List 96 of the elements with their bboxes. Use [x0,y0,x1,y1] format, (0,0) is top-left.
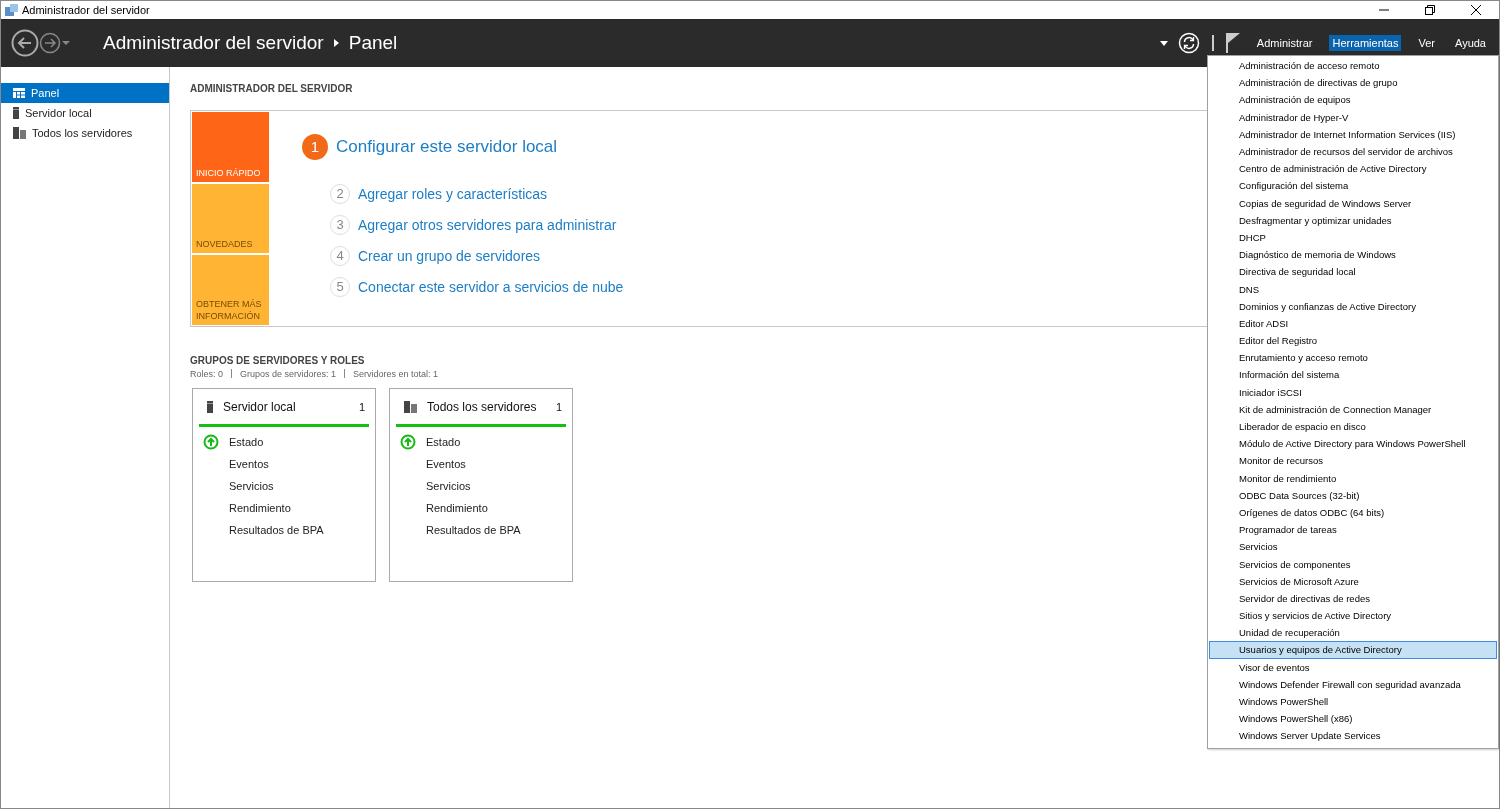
card-title[interactable]: Servidor local [223,399,349,414]
step-number: 3 [330,214,350,235]
step-number: 1 [302,133,328,160]
card-link[interactable]: Servicios [426,480,471,492]
server-icon [207,400,213,413]
back-button[interactable] [11,29,39,57]
menu-item[interactable]: DHCP [1209,228,1497,247]
menu-item[interactable]: Configuración del sistema [1209,177,1497,195]
card-title[interactable]: Todos los servidores [427,399,546,414]
menu-item[interactable]: Herramientas [1329,35,1402,51]
menu-item[interactable]: Windows PowerShell (x86) [1209,710,1497,728]
window-title: Administrador del servidor [22,4,151,16]
menu-item[interactable]: DNS [1209,280,1497,298]
menu-item[interactable]: Información del sistema [1209,366,1497,384]
menu-item[interactable]: Administrar [1253,35,1316,51]
menu-item[interactable]: Módulo de Active Directory para Windows PowerShell [1209,435,1497,453]
step-number: 2 [330,183,350,204]
card-link[interactable]: Estado [426,436,461,448]
menu-item[interactable]: Servicios de componentes [1209,555,1497,573]
quick-start-tile[interactable]: OBTENER MÁS INFORMACIÓN [192,255,269,325]
menu-item[interactable]: Administrador de recursos del servidor de archivos [1209,142,1497,161]
card-link[interactable]: Resultados de BPA [229,524,324,536]
servers-icon [404,400,417,413]
breadcrumb-item: Panel [348,32,398,54]
menu-item[interactable]: Editor del Registro [1209,332,1497,350]
menu-item[interactable]: Windows Defender Firewall con seguridad avanzada [1209,675,1497,693]
menu-item[interactable]: Visor de eventos [1209,658,1497,676]
menu-item[interactable]: Monitor de rendimiento [1209,469,1497,487]
servers-icon [13,127,26,139]
summary-text: Grupos de servidores: 1 [240,369,337,379]
menu-item[interactable]: Ayuda [1452,35,1489,51]
dashboard-icon [13,88,25,98]
menu-item[interactable]: Administrador de Internet Information Services (IIS) [1209,125,1497,143]
summary-text: Servidores en total: 1 [353,369,439,379]
menu-item[interactable]: Administración de equipos [1209,91,1497,109]
menu-item[interactable]: Sitios y servicios de Active Directory [1209,607,1497,625]
step-link[interactable]: Agregar roles y características [358,185,548,202]
restore-icon[interactable] [1425,5,1435,15]
menu-item[interactable]: Directiva de seguridad local [1209,263,1497,281]
menu-item[interactable]: Kit de administración de Connection Manager [1209,400,1497,418]
flag-icon[interactable] [1225,33,1240,53]
summary-text: Roles: 0 [190,369,224,379]
breadcrumb-item: Administrador del servidor [103,32,324,54]
close-icon[interactable] [1471,5,1481,15]
card-count: 1 [358,400,365,413]
card-link[interactable]: Eventos [229,458,269,470]
card-link[interactable]: Estado [229,436,264,448]
card-link[interactable]: Servicios [229,480,274,492]
section-heading: GRUPOS DE SERVIDORES Y ROLES [190,355,365,366]
menu-item[interactable]: Orígenes de datos ODBC (64 bits) [1209,503,1497,522]
menu-item[interactable]: Windows PowerShell [1209,692,1497,711]
card-count: 1 [555,400,562,413]
section-heading: ADMINISTRADOR DEL SERVIDOR [190,83,353,94]
card-link[interactable]: Resultados de BPA [426,524,521,536]
quick-start-tile[interactable]: NOVEDADES [192,183,269,254]
menu-item[interactable]: Servicios [1209,538,1497,556]
menu-item[interactable]: Servidor de directivas de redes [1209,589,1497,607]
menu-item[interactable]: Servicios de Microsoft Azure [1209,572,1497,590]
chevron-icon [333,39,339,47]
menu-item[interactable]: Liberador de espacio en disco [1209,417,1497,436]
step-link[interactable]: Crear un grupo de servidores [358,247,541,264]
sidebar-item[interactable]: Servidor local [1,103,169,123]
app-icon [5,4,18,16]
menu-item[interactable]: Dominios y confianzas de Active Directory [1209,297,1497,315]
step-number: 5 [330,276,350,297]
menu-item[interactable]: Iniciador iSCSI [1209,383,1497,401]
menu-item[interactable]: Administración de directivas de grupo [1209,74,1497,92]
menu-item[interactable]: Copias de seguridad de Windows Server [1209,194,1497,212]
sidebar-item[interactable]: Panel [1,83,169,103]
menu-item[interactable]: Monitor de recursos [1209,452,1497,470]
menu-item[interactable]: Ver [1415,35,1438,51]
card-link[interactable]: Eventos [426,458,466,470]
step-link[interactable]: Agregar otros servidores para administrar [358,216,617,233]
sidebar-item[interactable]: Todos los servidores [1,123,169,143]
server-icon [13,107,19,119]
refresh-icon[interactable] [1177,32,1200,54]
menu-item[interactable]: Programador de tareas [1209,521,1497,539]
step-link[interactable]: Configurar este servidor local [336,136,558,157]
forward-button[interactable] [39,32,61,54]
menu-item[interactable]: Usuarios y equipos de Active Directory [1209,641,1497,659]
step-number: 4 [330,245,350,266]
menu-item[interactable]: Unidad de recuperación [1209,624,1497,642]
card-link[interactable]: Rendimiento [426,502,488,514]
menu-item[interactable]: Windows Server Update Services [1209,727,1497,745]
menu-item[interactable]: Centro de administración de Active Directory [1209,160,1497,178]
card-link[interactable]: Rendimiento [229,502,291,514]
dropdown-icon[interactable] [1159,40,1168,46]
menu-item[interactable]: Diagnóstico de memoria de Windows [1209,246,1497,264]
history-dropdown[interactable] [61,40,71,46]
menu-item[interactable]: Administrador de Hyper-V [1209,108,1497,126]
menu-item[interactable]: Enrutamiento y acceso remoto [1209,349,1497,367]
menu-item[interactable]: Editor ADSI [1209,314,1497,332]
menu-item[interactable]: Desfragmentar y optimizar unidades [1209,211,1497,229]
step-link[interactable]: Conectar este servidor a servicios de nube [358,278,624,295]
menu-item[interactable]: Administración de acceso remoto [1209,57,1497,75]
menu-item[interactable]: ODBC Data Sources (32-bit) [1209,486,1497,504]
